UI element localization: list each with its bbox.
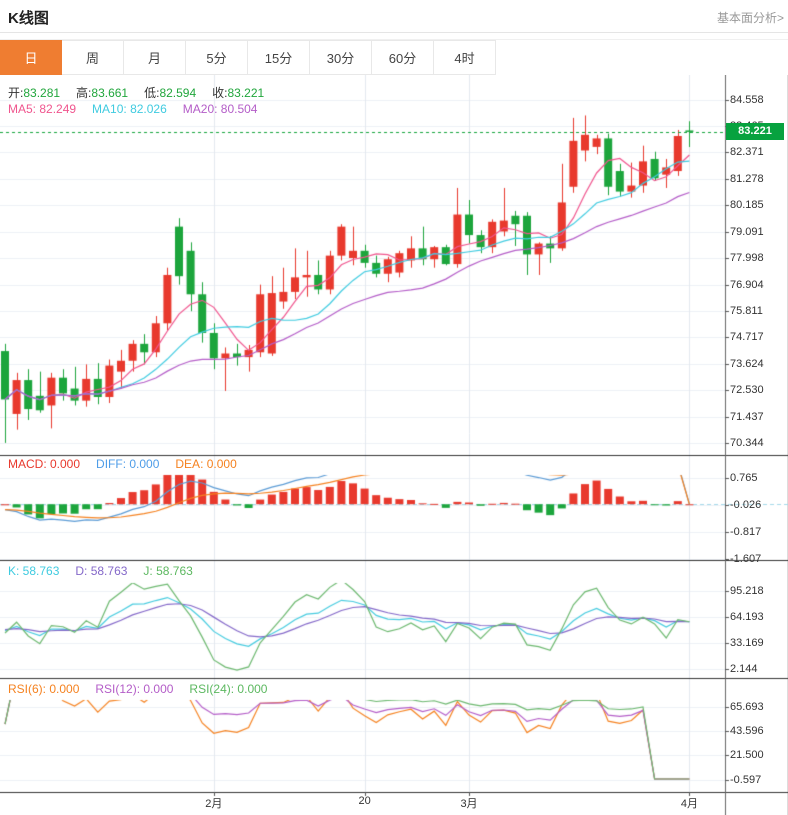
tab-5min[interactable]: 5分 bbox=[186, 40, 248, 75]
y-axis-label: 70.344 bbox=[730, 437, 764, 449]
y-axis-label: 79.091 bbox=[730, 226, 764, 238]
ma-legend-item: MA5: 82.249 bbox=[8, 102, 76, 116]
x-axis-label: 3月 bbox=[447, 795, 491, 811]
ohlc-legend: 开:83.281 高:83.661 低:82.594 收:83.221 bbox=[8, 84, 280, 101]
y-axis-label: 72.530 bbox=[730, 384, 764, 396]
y-axis-label: 95.218 bbox=[730, 585, 764, 597]
y-axis-label: 80.185 bbox=[730, 199, 764, 211]
ohlc-legend-item: 低:82.594 bbox=[144, 86, 196, 100]
macd-legend: MACD: 0.000 DIFF: 0.000 DEA: 0.000 bbox=[8, 457, 253, 471]
y-axis-label: 74.717 bbox=[730, 331, 764, 343]
rsi-legend-item: RSI(24): 0.000 bbox=[189, 682, 267, 696]
rsi-legend-item: RSI(6): 0.000 bbox=[8, 682, 79, 696]
y-axis-label: 75.811 bbox=[730, 305, 763, 317]
page-header: K线图 基本面分析> bbox=[0, 0, 788, 33]
x-axis-label: 2月 bbox=[192, 795, 236, 811]
y-axis-label: 81.278 bbox=[730, 173, 764, 185]
y-axis-label: 43.596 bbox=[730, 725, 764, 737]
tab-15min[interactable]: 15分 bbox=[248, 40, 310, 75]
y-axis-label: -0.817 bbox=[730, 526, 761, 538]
ohlc-legend-item: 收:83.221 bbox=[212, 86, 264, 100]
page-title: K线图 bbox=[8, 7, 49, 28]
tab-week[interactable]: 周 bbox=[62, 40, 124, 75]
kdj-legend: K: 58.763 D: 58.763 J: 58.763 bbox=[8, 564, 209, 578]
x-axis-label: 4月 bbox=[667, 795, 711, 811]
macd-legend-item: MACD: 0.000 bbox=[8, 457, 80, 471]
chart-area: 开:83.281 高:83.661 低:82.594 收:83.221 MA5: 82… bbox=[0, 75, 788, 815]
tab-60min[interactable]: 60分 bbox=[372, 40, 434, 75]
y-axis-label: 73.624 bbox=[730, 358, 764, 370]
x-axis-label: 20 bbox=[343, 795, 387, 807]
y-axis-label: -0.597 bbox=[730, 774, 761, 786]
macd-legend-item: DEA: 0.000 bbox=[175, 457, 236, 471]
ohlc-legend-item: 开:83.281 bbox=[8, 86, 60, 100]
y-axis-label: 33.169 bbox=[730, 637, 764, 649]
y-axis-label: 0.765 bbox=[730, 472, 758, 484]
y-axis-label: -0.026 bbox=[730, 499, 761, 511]
y-axis-label: 82.371 bbox=[730, 146, 764, 158]
interval-tabs: 日周月5分15分30分60分4时 bbox=[0, 39, 788, 75]
y-axis-label: 65.693 bbox=[730, 701, 764, 713]
kdj-legend-item: K: 58.763 bbox=[8, 564, 59, 578]
tab-4hour[interactable]: 4时 bbox=[434, 40, 496, 75]
y-axis-label: 21.500 bbox=[730, 749, 764, 761]
y-axis-label: 84.558 bbox=[730, 94, 764, 106]
y-axis-label: 2.144 bbox=[730, 663, 758, 675]
tab-month[interactable]: 月 bbox=[124, 40, 186, 75]
tab-day[interactable]: 日 bbox=[0, 40, 62, 75]
tab-30min[interactable]: 30分 bbox=[310, 40, 372, 75]
rsi-legend-item: RSI(12): 0.000 bbox=[95, 682, 173, 696]
ma-legend-item: MA20: 80.504 bbox=[183, 102, 258, 116]
ohlc-legend-item: 高:83.661 bbox=[76, 86, 128, 100]
kdj-legend-item: J: 58.763 bbox=[143, 564, 192, 578]
kdj-legend-item: D: 58.763 bbox=[75, 564, 127, 578]
y-axis-label: 71.437 bbox=[730, 411, 764, 423]
current-price-badge: 83.221 bbox=[726, 123, 784, 140]
macd-legend-item: DIFF: 0.000 bbox=[96, 457, 159, 471]
y-axis-label: -1.607 bbox=[730, 553, 761, 565]
y-axis-label: 64.193 bbox=[730, 611, 764, 623]
fundamental-analysis-link[interactable]: 基本面分析> bbox=[717, 9, 784, 26]
y-axis-label: 77.998 bbox=[730, 252, 764, 264]
rsi-legend: RSI(6): 0.000 RSI(12): 0.000 RSI(24): 0.00… bbox=[8, 682, 283, 696]
y-axis-label: 76.904 bbox=[730, 279, 764, 291]
ma-legend-item: MA10: 82.026 bbox=[92, 102, 167, 116]
kline-chart-canvas[interactable] bbox=[0, 75, 788, 815]
ma-legend: MA5: 82.249 MA10: 82.026 MA20: 80.504 bbox=[8, 102, 273, 116]
